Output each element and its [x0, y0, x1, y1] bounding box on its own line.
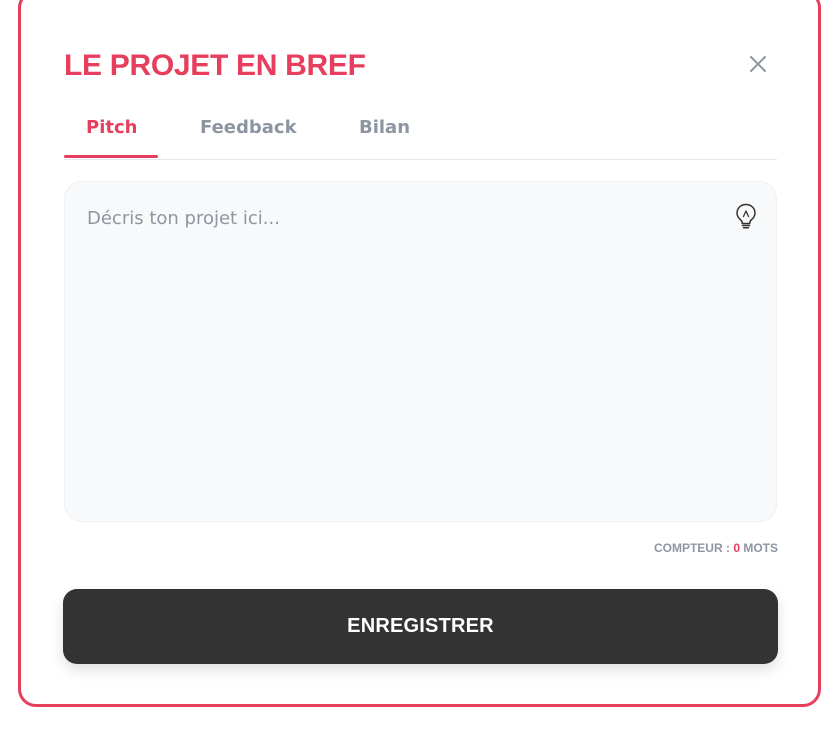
- word-counter: COMPTEUR : 0 MOTS: [654, 540, 778, 556]
- tab-bilan[interactable]: Bilan: [359, 116, 410, 140]
- word-counter-suffix: MOTS: [740, 541, 778, 555]
- hint-button[interactable]: [734, 202, 758, 230]
- word-counter-prefix: COMPTEUR :: [653, 541, 734, 555]
- close-icon: [750, 56, 766, 72]
- save-button[interactable]: ENREGISTRER: [63, 589, 778, 664]
- active-tab-indicator: [64, 155, 158, 158]
- tab-pitch[interactable]: Pitch: [86, 116, 137, 140]
- lightbulb-icon: [736, 203, 756, 229]
- tab-bar: Pitch Feedback Bilan: [64, 104, 777, 160]
- modal-title: LE PROJET EN BREF: [64, 49, 366, 82]
- pitch-editor: [64, 181, 777, 522]
- close-button[interactable]: [746, 52, 770, 76]
- word-count-value: 0: [733, 541, 740, 555]
- tab-feedback[interactable]: Feedback: [200, 116, 297, 140]
- pitch-textarea[interactable]: [87, 206, 707, 496]
